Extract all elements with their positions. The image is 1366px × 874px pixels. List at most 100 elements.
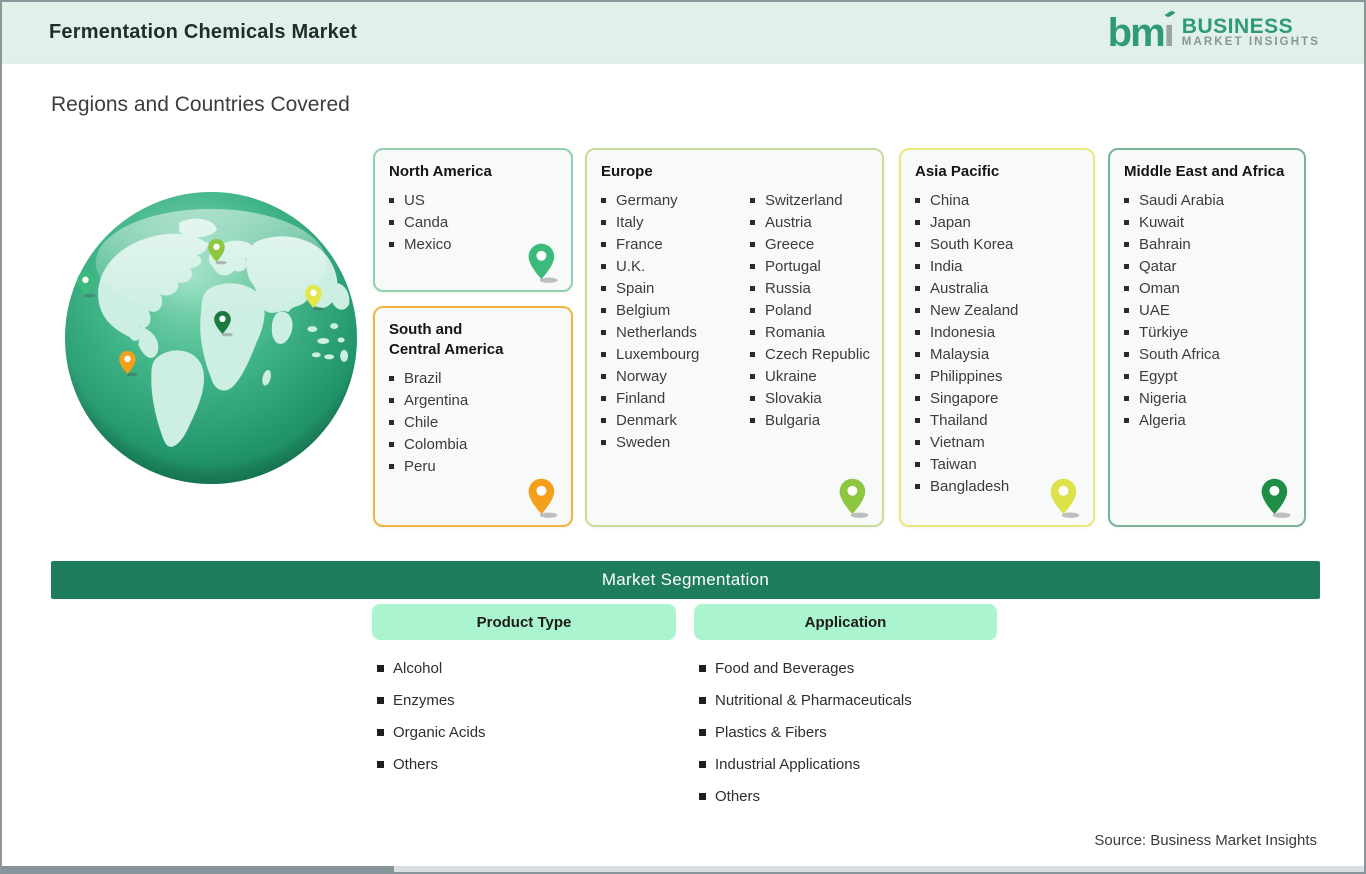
square-bullet-icon [915, 220, 920, 225]
square-bullet-icon [601, 352, 606, 357]
region-title: North America [389, 162, 561, 182]
square-bullet-icon [601, 308, 606, 313]
country-list: Saudi ArabiaKuwaitBahrainQatarOmanUAETür… [1124, 189, 1294, 431]
list-item-label: Sweden [616, 434, 670, 451]
list-item: Türkiye [1124, 321, 1294, 343]
square-bullet-icon [377, 761, 384, 768]
list-item: Bahrain [1124, 233, 1294, 255]
list-item-label: Brazil [404, 370, 442, 387]
segmentation-title: Market Segmentation [602, 570, 769, 590]
list-item-label: Indonesia [930, 324, 995, 341]
square-bullet-icon [915, 242, 920, 247]
square-bullet-icon [699, 665, 706, 672]
square-bullet-icon [601, 418, 606, 423]
market-segmentation-bar: Market Segmentation [51, 561, 1320, 599]
list-item-label: South Africa [1139, 346, 1220, 363]
map-pin-icon [1260, 477, 1292, 519]
list-item-label: Australia [930, 280, 988, 297]
globe-pin-europe [207, 238, 228, 265]
list-item: Alcohol [377, 652, 486, 684]
square-bullet-icon [699, 761, 706, 768]
square-bullet-icon [1124, 220, 1129, 225]
list-item-label: South Korea [930, 236, 1013, 253]
list-item: France [601, 233, 750, 255]
pill-label: Application [805, 614, 887, 631]
square-bullet-icon [601, 220, 606, 225]
square-bullet-icon [389, 420, 394, 425]
list-item-label: Kuwait [1139, 214, 1184, 231]
list-item-label: Saudi Arabia [1139, 192, 1224, 209]
square-bullet-icon [915, 330, 920, 335]
list-item-label: Enzymes [393, 692, 455, 709]
list-item: South Korea [915, 233, 1083, 255]
square-bullet-icon [1124, 418, 1129, 423]
list-item-label: Poland [765, 302, 812, 319]
square-bullet-icon [915, 198, 920, 203]
list-item-label: Malaysia [930, 346, 989, 363]
list-item: Netherlands [601, 321, 750, 343]
list-item: Switzerland [750, 189, 870, 211]
list-item-label: Vietnam [930, 434, 985, 451]
list-item: South Africa [1124, 343, 1294, 365]
square-bullet-icon [750, 286, 755, 291]
square-bullet-icon [750, 242, 755, 247]
list-item-label: Italy [616, 214, 644, 231]
list-item-label: Qatar [1139, 258, 1177, 275]
logo-line2: MARKET INSIGHTS [1182, 37, 1320, 49]
horizontal-scrollbar-thumb[interactable] [2, 866, 394, 872]
list-item: Romania [750, 321, 870, 343]
list-item: Food and Beverages [699, 652, 912, 684]
region-card-asia-pacific: Asia Pacific ChinaJapanSouth KoreaIndiaA… [899, 148, 1095, 527]
square-bullet-icon [750, 198, 755, 203]
list-item: Chile [389, 411, 561, 433]
list-item-label: Organic Acids [393, 724, 486, 741]
region-title: Asia Pacific [915, 162, 1083, 182]
square-bullet-icon [750, 264, 755, 269]
region-title: Middle East and Africa [1124, 162, 1294, 182]
list-item-label: France [616, 236, 663, 253]
country-columns: GermanyItalyFranceU.K.SpainBelgiumNether… [601, 189, 872, 453]
list-item: Austria [750, 211, 870, 233]
list-item: Algeria [1124, 409, 1294, 431]
list-item: Nigeria [1124, 387, 1294, 409]
list-item-label: New Zealand [930, 302, 1018, 319]
list-item-label: Russia [765, 280, 811, 297]
square-bullet-icon [750, 374, 755, 379]
list-item-label: Industrial Applications [715, 756, 860, 773]
logo-wordmark: BUSINESS MARKET INSIGHTS [1182, 16, 1320, 49]
list-item: Kuwait [1124, 211, 1294, 233]
square-bullet-icon [750, 396, 755, 401]
list-item-label: Czech Republic [765, 346, 870, 363]
list-item: Germany [601, 189, 750, 211]
list-item: Egypt [1124, 365, 1294, 387]
header-bar: Fermentation Chemicals Market bmı BUSINE… [2, 2, 1364, 64]
list-item: Bulgaria [750, 409, 870, 431]
region-card-south-central-america: South and Central America BrazilArgentin… [373, 306, 573, 527]
square-bullet-icon [915, 308, 920, 313]
map-pin-icon [838, 477, 870, 519]
list-item-label: Portugal [765, 258, 821, 275]
list-item-label: Singapore [930, 390, 998, 407]
list-item: Slovakia [750, 387, 870, 409]
list-item-label: Japan [930, 214, 971, 231]
globe-graphic [62, 189, 360, 487]
list-item: Czech Republic [750, 343, 870, 365]
square-bullet-icon [750, 330, 755, 335]
list-item: Ukraine [750, 365, 870, 387]
square-bullet-icon [601, 286, 606, 291]
square-bullet-icon [389, 442, 394, 447]
list-item-label: US [404, 192, 425, 209]
list-item: Finland [601, 387, 750, 409]
horizontal-scrollbar-track[interactable] [2, 866, 1364, 872]
list-item: Colombia [389, 433, 561, 455]
list-item-label: Mexico [404, 236, 452, 253]
list-item: Saudi Arabia [1124, 189, 1294, 211]
square-bullet-icon [915, 418, 920, 423]
list-item-label: Nigeria [1139, 390, 1187, 407]
list-item-label: Nutritional & Pharmaceuticals [715, 692, 912, 709]
list-item: Greece [750, 233, 870, 255]
square-bullet-icon [699, 729, 706, 736]
list-item-label: Bulgaria [765, 412, 820, 429]
list-item-label: Others [715, 788, 760, 805]
section-title: Regions and Countries Covered [51, 93, 350, 117]
